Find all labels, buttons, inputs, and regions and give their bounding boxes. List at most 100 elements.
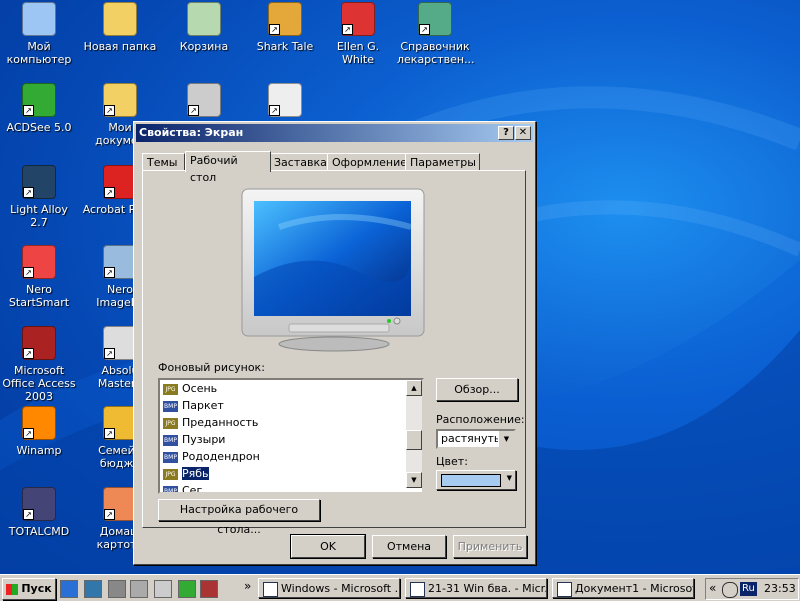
monitor-preview — [241, 188, 425, 352]
wallpaper-list-item[interactable]: JPG Осень — [160, 380, 422, 397]
taskbar-task-button[interactable]: 21-31 Win бва. - Micr... — [405, 578, 547, 598]
cancel-button[interactable]: Отмена — [372, 535, 446, 558]
tab-themes[interactable]: Темы — [142, 153, 185, 171]
msn-icon[interactable] — [84, 580, 102, 598]
sound-icon[interactable] — [722, 582, 738, 598]
wallpaper-list-item[interactable]: BMP Сег — [160, 482, 422, 494]
help-button[interactable]: ? — [498, 126, 514, 140]
window-icon: ↗ — [268, 83, 302, 117]
desktop-icon[interactable]: ↗ ACDSee 5.0 — [1, 83, 77, 134]
desktop-icon-label: Новая папка — [83, 40, 157, 53]
browse-button[interactable]: Обзор... — [436, 378, 518, 401]
home-card-icon: ↗ — [103, 487, 137, 521]
wallpaper-name: Пузыри — [182, 433, 226, 446]
desktop-icon[interactable]: Корзина — [166, 2, 242, 53]
tab-desktop[interactable]: Рабочий стол — [185, 151, 271, 184]
desktop-icon[interactable]: ↗ Справочник лекарствен... — [397, 2, 475, 66]
desktop-icon-label: Мой компьютер — [6, 40, 72, 66]
media-icon[interactable] — [154, 580, 172, 598]
desktop-icon[interactable]: ↗ TOTALCMD — [1, 487, 77, 538]
shortcut-arrow-icon: ↗ — [23, 509, 34, 520]
mac-icon[interactable] — [178, 580, 196, 598]
shortcut-arrow-icon: ↗ — [419, 24, 430, 35]
shark-tale-icon: ↗ — [268, 2, 302, 36]
apply-button[interactable]: Применить — [453, 535, 527, 558]
listbox-scrollbar[interactable]: ▲ ▼ — [406, 380, 422, 488]
position-value: растянуть — [441, 432, 501, 445]
light-alloy-icon: ↗ — [22, 165, 56, 199]
dropdown-arrow-icon: ▼ — [506, 474, 512, 482]
wallpaper-listbox[interactable]: JPG Осень BMP Паркет JPG Преданность BMP Пузыри… — [158, 378, 424, 494]
floppy-icon[interactable] — [200, 580, 218, 598]
position-label: Расположение: — [436, 413, 525, 426]
nero-icon: ↗ — [22, 245, 56, 279]
tray-chevron-icon[interactable]: « — [709, 581, 716, 595]
shortcut-arrow-icon: ↗ — [104, 267, 115, 278]
wallpaper-list-item[interactable]: BMP Рододендрон — [160, 448, 422, 465]
desktop-icon-label: Shark Tale — [256, 40, 314, 53]
desktop-icon[interactable]: Мой компьютер — [1, 2, 77, 66]
start-button[interactable]: Пуск — [2, 578, 56, 600]
desktop-icon[interactable]: ↗ Nero StartSmart — [1, 245, 77, 309]
task-label: Документ1 - Microsof... — [575, 582, 694, 595]
language-indicator[interactable]: Ru — [740, 582, 757, 596]
wallpaper-list-item[interactable]: BMP Паркет — [160, 397, 422, 414]
clock[interactable]: 23:53 — [764, 582, 796, 596]
desktop-icon[interactable]: ↗ — [166, 83, 242, 121]
desktop-icon-label: Nero StartSmart — [8, 283, 70, 309]
tab-settings[interactable]: Параметры — [405, 153, 480, 171]
tab-appearance[interactable]: Оформление — [327, 153, 407, 171]
task-label: Windows - Microsoft ... — [281, 582, 400, 595]
background-label: Фоновый рисунок: — [158, 361, 265, 374]
ie-icon[interactable] — [60, 580, 78, 598]
floppy-icon: ↗ — [22, 487, 56, 521]
display-properties-dialog: Свойства: Экран ? ✕ Темы Рабочий стол За… — [133, 121, 536, 565]
dropdown-arrow-icon[interactable]: ▼ — [498, 431, 514, 447]
scroll-thumb[interactable] — [406, 430, 422, 450]
scroll-up-icon[interactable]: ▲ — [406, 380, 422, 396]
file-type-icon: JPG — [163, 383, 178, 395]
desktop-icon[interactable]: ↗ Light Alloy 2.7 — [1, 165, 77, 229]
taskbar-task-button[interactable]: Документ1 - Microsof... — [552, 578, 694, 598]
word-doc-icon — [410, 582, 425, 597]
syringe-icon: ↗ — [418, 2, 452, 36]
ok-button[interactable]: OK — [290, 534, 366, 559]
desktop-icon[interactable]: ↗ Ellen G. White — [320, 2, 396, 66]
winamp-icon: ↗ — [22, 406, 56, 440]
network-icon[interactable] — [108, 580, 126, 598]
quick-launch-chevron-icon[interactable]: » — [244, 579, 251, 593]
file-type-icon: JPG — [163, 468, 178, 480]
desktop-icon[interactable]: Новая папка — [82, 2, 158, 53]
shortcut-arrow-icon: ↗ — [269, 105, 280, 116]
desktop-icon[interactable]: ↗ Shark Tale — [247, 2, 323, 53]
position-select[interactable]: растянуть ▼ — [436, 429, 516, 449]
shortcut-arrow-icon: ↗ — [342, 24, 353, 35]
start-label: Пуск — [21, 582, 52, 595]
disk-icon[interactable] — [130, 580, 148, 598]
desktop-icon-label: Ellen G. White — [336, 40, 380, 66]
dialog-titlebar[interactable]: Свойства: Экран ? ✕ — [136, 124, 533, 142]
wallpaper-list-item[interactable]: BMP Пузыри — [160, 431, 422, 448]
wallpaper-list-item[interactable]: JPG Рябь — [160, 465, 422, 482]
tab-screensaver[interactable]: Заставка — [269, 153, 329, 171]
file-type-icon: BMP — [163, 485, 178, 492]
shortcut-arrow-icon: ↗ — [23, 267, 34, 278]
wallpaper-name: Паркет — [182, 399, 224, 412]
scroll-down-icon[interactable]: ▼ — [406, 472, 422, 488]
color-picker-button[interactable]: ▼ — [436, 470, 516, 490]
close-button[interactable]: ✕ — [515, 126, 531, 140]
taskbar-task-button[interactable]: Windows - Microsoft ... — [258, 578, 400, 598]
desktop-icon[interactable]: ↗ Winamp — [1, 406, 77, 457]
desktop-icon[interactable]: ↗ Microsoft Office Access 2003 — [1, 326, 77, 403]
desktop-icon-label: Light Alloy 2.7 — [10, 203, 68, 229]
shortcut-arrow-icon: ↗ — [23, 105, 34, 116]
customize-desktop-button[interactable]: Настройка рабочего стола... — [158, 499, 320, 536]
word-doc-icon — [557, 582, 572, 597]
my-documents-icon: ↗ — [103, 83, 137, 117]
desktop-icon-label: Winamp — [16, 444, 62, 457]
wallpaper-name: Сег — [182, 484, 203, 494]
shortcut-arrow-icon: ↗ — [104, 187, 115, 198]
wallpaper-name: Рододендрон — [182, 450, 260, 463]
wallpaper-list-item[interactable]: JPG Преданность — [160, 414, 422, 431]
desktop-icon[interactable]: ↗ — [247, 83, 323, 121]
